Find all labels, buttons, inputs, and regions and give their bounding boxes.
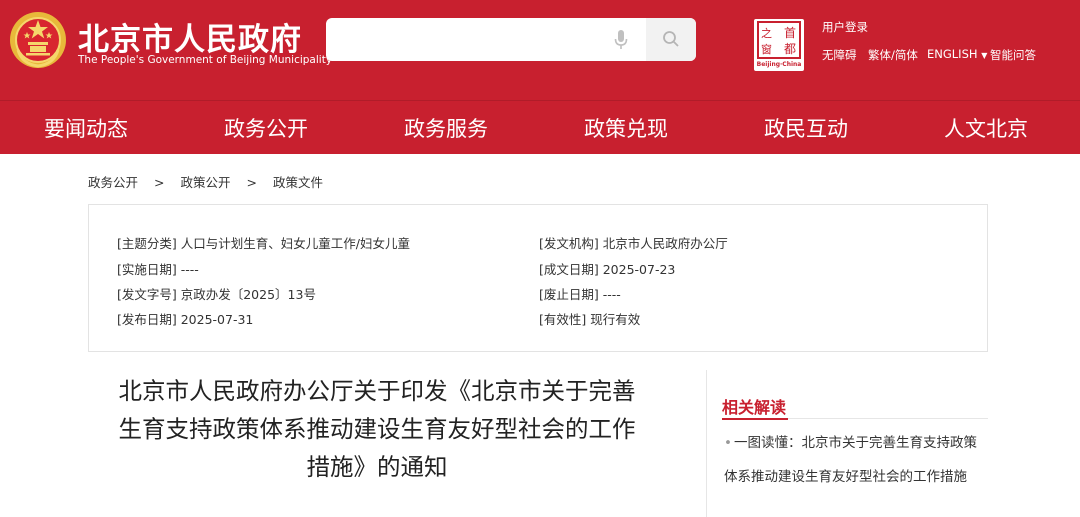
site-title[interactable]: 北京市人民政府 bbox=[78, 14, 302, 59]
info-issuing-agency: [发文机构] 北京市人民政府办公厅 bbox=[539, 236, 728, 251]
info-doc-number: [发文字号] 京政办发〔2025〕13号 bbox=[117, 287, 316, 302]
beijing-seal-logo-icon: 首 之 窗 都 bbox=[757, 21, 801, 59]
related-item-text[interactable]: 一图读懂：北京市关于完善生育支持政策体系推动建设生育友好型社会的工作措施 bbox=[724, 435, 977, 485]
article-title-line: 生育支持政策体系推动建设生育友好型社会的工作 bbox=[118, 415, 636, 443]
document-info-box: [主题分类] 人口与计划生育、妇女儿童工作/妇女儿童 [实施日期] ---- [… bbox=[88, 204, 988, 352]
info-topic: [主题分类] 人口与计划生育、妇女儿童工作/妇女儿童 bbox=[117, 236, 410, 251]
breadcrumb-item[interactable]: 政策公开 bbox=[180, 172, 230, 191]
microphone-icon[interactable] bbox=[614, 30, 628, 50]
breadcrumb: 政务公开 > 政策公开 > 政策文件 bbox=[88, 172, 323, 191]
nav-item-gov-affairs[interactable]: 政务公开 bbox=[224, 113, 308, 143]
search-icon bbox=[663, 31, 679, 47]
article-title-line: 北京市人民政府办公厅关于印发《北京市关于完善 bbox=[118, 377, 636, 405]
accessibility-link[interactable]: 无障碍 bbox=[822, 47, 857, 63]
bullet: • bbox=[724, 435, 732, 451]
info-written-date: [成文日期] 2025-07-23 bbox=[539, 262, 676, 277]
beijing-seal-logo[interactable]: 首 之 窗 都 Beijing·China bbox=[754, 19, 804, 71]
related-heading-underline bbox=[722, 418, 788, 420]
svg-text:窗: 窗 bbox=[761, 42, 772, 56]
site-header: 北京市人民政府 The People's Government of Beiji… bbox=[0, 0, 1080, 100]
svg-text:首: 首 bbox=[784, 26, 796, 40]
related-heading: 相关解读 bbox=[722, 398, 787, 417]
info-publish-date: [发布日期] 2025-07-31 bbox=[117, 312, 254, 327]
search-box bbox=[326, 18, 696, 61]
column-divider bbox=[706, 370, 707, 517]
breadcrumb-separator: > bbox=[246, 175, 257, 190]
info-effective-date: [实施日期] ---- bbox=[117, 262, 199, 277]
logo-caption: Beijing·China bbox=[756, 61, 802, 68]
nav-item-policy[interactable]: 政策兑现 bbox=[584, 113, 668, 143]
nav-item-interaction[interactable]: 政民互动 bbox=[764, 113, 848, 143]
nav-item-gov-services[interactable]: 政务服务 bbox=[404, 113, 488, 143]
search-button[interactable] bbox=[646, 18, 696, 61]
main-nav: 要闻动态 政务公开 政务服务 政策兑现 政民互动 人文北京 bbox=[0, 100, 1080, 154]
info-abolish-date: [废止日期] ---- bbox=[539, 287, 621, 302]
breadcrumb-item[interactable]: 政务公开 bbox=[88, 172, 138, 191]
svg-text:都: 都 bbox=[784, 42, 796, 56]
traditional-simplified-link[interactable]: 繁体/简体 bbox=[868, 47, 918, 63]
english-link[interactable]: ENGLISH ▼ bbox=[927, 47, 987, 61]
dropdown-caret-icon: ▼ bbox=[981, 51, 988, 60]
article-title-line: 措施》的通知 bbox=[306, 453, 448, 481]
site-subtitle: The People's Government of Beijing Munic… bbox=[78, 54, 333, 66]
smart-qa-link[interactable]: 智能问答 bbox=[990, 47, 1036, 63]
national-emblem-icon[interactable] bbox=[8, 10, 68, 70]
breadcrumb-item[interactable]: 政策文件 bbox=[273, 172, 323, 191]
svg-text:之: 之 bbox=[761, 26, 772, 40]
related-item[interactable]: • 一图读懂：北京市关于完善生育支持政策体系推动建设生育友好型社会的工作措施 bbox=[724, 426, 990, 494]
user-login-link[interactable]: 用户登录 bbox=[822, 19, 868, 35]
article-title: 北京市人民政府办公厅关于印发《北京市关于完善 生育支持政策体系推动建设生育友好型… bbox=[92, 372, 662, 486]
nav-item-culture[interactable]: 人文北京 bbox=[944, 113, 1028, 143]
search-input[interactable] bbox=[326, 18, 646, 61]
breadcrumb-separator: > bbox=[154, 175, 165, 190]
info-validity: [有效性] 现行有效 bbox=[539, 312, 641, 327]
english-label: ENGLISH bbox=[927, 47, 978, 61]
nav-item-news[interactable]: 要闻动态 bbox=[44, 113, 128, 143]
